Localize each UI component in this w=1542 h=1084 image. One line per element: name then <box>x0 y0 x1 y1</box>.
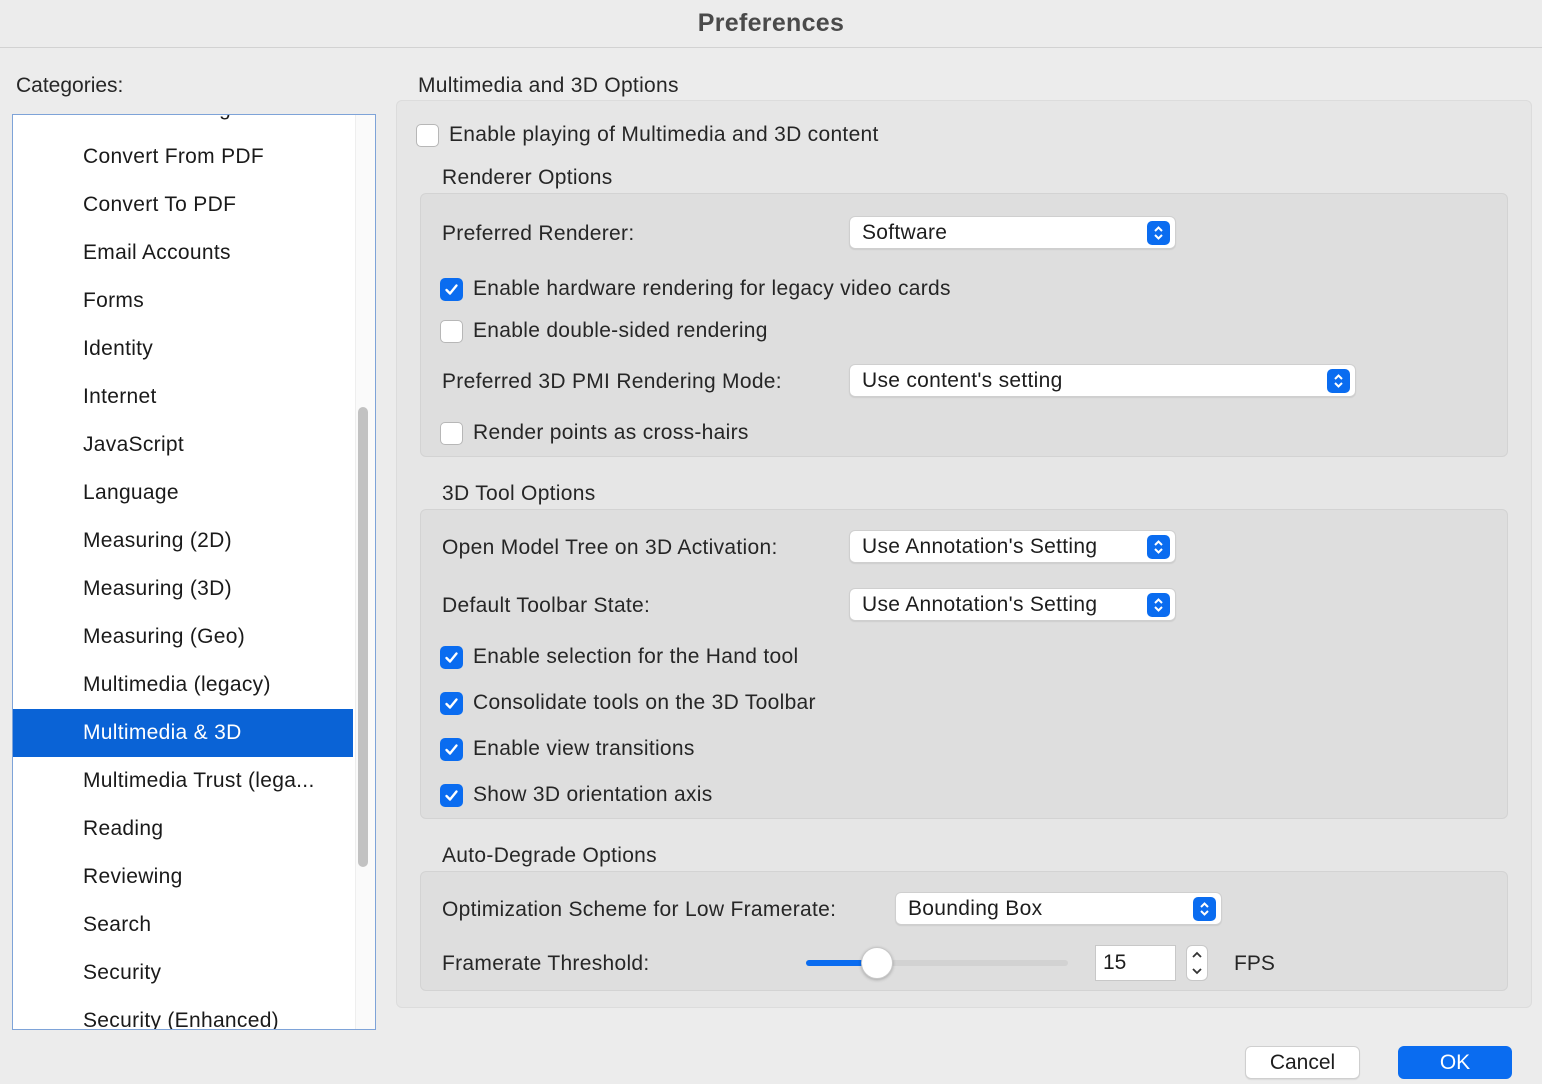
pmi-mode-select[interactable]: Use content's setting <box>849 364 1356 397</box>
framerate-stepper[interactable] <box>1186 945 1208 981</box>
sidebar-item[interactable]: Forms <box>13 277 353 325</box>
degrade-options-title: Auto-Degrade Options <box>442 844 657 867</box>
consolidate-tools-checkbox[interactable]: Consolidate tools on the 3D Toolbar <box>440 691 816 715</box>
checkmark-icon <box>445 789 458 801</box>
checkbox-label: Enable double-sided rendering <box>473 319 768 342</box>
checkbox-label: Enable view transitions <box>473 737 695 760</box>
model-tree-label: Open Model Tree on 3D Activation: <box>442 536 778 559</box>
checkbox-box[interactable] <box>416 123 439 147</box>
checkmark-icon <box>445 743 458 755</box>
categories-list[interactable]: Content EditingConvert From PDFConvert T… <box>12 114 376 1030</box>
sidebar-item[interactable]: Measuring (Geo) <box>13 613 353 661</box>
sidebar-item[interactable]: Multimedia Trust (lega... <box>13 757 353 805</box>
framerate-threshold-label: Framerate Threshold: <box>442 952 650 975</box>
checkbox-label: Show 3D orientation axis <box>473 783 713 806</box>
sidebar-item[interactable]: Convert From PDF <box>13 133 353 181</box>
select-value: Bounding Box <box>908 896 1043 920</box>
sidebar-item[interactable]: Multimedia & 3D <box>13 709 353 757</box>
checkbox-box[interactable] <box>440 645 463 669</box>
checkbox-box[interactable] <box>440 277 463 301</box>
checkmark-icon <box>445 697 458 709</box>
select-value: Use content's setting <box>862 368 1063 392</box>
sidebar-item[interactable]: Security (Enhanced) <box>13 997 353 1029</box>
select-chevrons-icon <box>1147 535 1170 559</box>
categories-label: Categories: <box>16 74 124 97</box>
checkmark-icon <box>445 651 458 663</box>
framerate-threshold-input[interactable] <box>1095 945 1176 981</box>
preferred-renderer-select[interactable]: Software <box>849 216 1176 249</box>
sidebar-item[interactable]: Measuring (2D) <box>13 517 353 565</box>
sidebar-item[interactable]: Email Accounts <box>13 229 353 277</box>
model-tree-select[interactable]: Use Annotation's Setting <box>849 530 1176 563</box>
select-chevrons-icon <box>1147 593 1170 617</box>
sidebar-item[interactable]: Identity <box>13 325 353 373</box>
checkbox-box[interactable] <box>440 319 463 343</box>
sidebar-item[interactable]: Measuring (3D) <box>13 565 353 613</box>
sidebar-item[interactable]: Multimedia (legacy) <box>13 661 353 709</box>
sidebar-item[interactable]: Internet <box>13 373 353 421</box>
scrollbar-thumb[interactable] <box>358 407 368 867</box>
section-title: Multimedia and 3D Options <box>418 74 679 97</box>
ok-button[interactable]: OK <box>1398 1046 1512 1079</box>
toolbar-state-select[interactable]: Use Annotation's Setting <box>849 588 1176 621</box>
select-value: Use Annotation's Setting <box>862 534 1098 558</box>
title-bar: Preferences <box>0 0 1542 48</box>
select-chevrons-icon <box>1327 369 1350 393</box>
checkbox-label: Render points as cross-hairs <box>473 421 749 444</box>
checkbox-label: Enable playing of Multimedia and 3D cont… <box>449 123 879 146</box>
pmi-mode-label: Preferred 3D PMI Rendering Mode: <box>442 370 782 393</box>
checkbox-box[interactable] <box>440 691 463 715</box>
select-value: Use Annotation's Setting <box>862 592 1098 616</box>
renderer-options-title: Renderer Options <box>442 166 613 189</box>
select-chevrons-icon <box>1147 221 1170 245</box>
sidebar-item[interactable]: JavaScript <box>13 421 353 469</box>
checkbox-label: Enable hardware rendering for legacy vid… <box>473 277 951 300</box>
checkmark-icon <box>445 283 458 295</box>
framerate-slider-knob[interactable] <box>860 947 893 979</box>
sidebar-item[interactable]: Reviewing <box>13 853 353 901</box>
double-sided-checkbox[interactable]: Enable double-sided rendering <box>440 319 768 343</box>
select-chevrons-icon <box>1193 897 1216 921</box>
sidebar-item[interactable]: Language <box>13 469 353 517</box>
stepper-up-icon[interactable] <box>1191 950 1203 959</box>
checkbox-box[interactable] <box>440 737 463 761</box>
tool-options-title: 3D Tool Options <box>442 482 596 505</box>
optimization-scheme-label: Optimization Scheme for Low Framerate: <box>442 898 837 921</box>
cross-hairs-checkbox[interactable]: Render points as cross-hairs <box>440 421 749 445</box>
preferred-renderer-label: Preferred Renderer: <box>442 222 635 245</box>
enable-playing-checkbox[interactable]: Enable playing of Multimedia and 3D cont… <box>416 123 879 147</box>
sidebar-item[interactable]: Search <box>13 901 353 949</box>
orientation-axis-checkbox[interactable]: Show 3D orientation axis <box>440 783 713 807</box>
checkbox-box[interactable] <box>440 421 463 445</box>
view-transitions-checkbox[interactable]: Enable view transitions <box>440 737 695 761</box>
sidebar-item[interactable]: Security <box>13 949 353 997</box>
hw-legacy-checkbox[interactable]: Enable hardware rendering for legacy vid… <box>440 277 951 301</box>
checkbox-label: Enable selection for the Hand tool <box>473 645 799 668</box>
sidebar-item[interactable]: Convert To PDF <box>13 181 353 229</box>
select-value: Software <box>862 220 948 244</box>
window-title: Preferences <box>697 9 845 37</box>
toolbar-state-label: Default Toolbar State: <box>442 594 651 617</box>
hand-tool-checkbox[interactable]: Enable selection for the Hand tool <box>440 645 798 669</box>
checkbox-box[interactable] <box>440 783 463 807</box>
fps-unit-label: FPS <box>1234 952 1275 975</box>
cancel-button[interactable]: Cancel <box>1245 1046 1360 1079</box>
checkbox-label: Consolidate tools on the 3D Toolbar <box>473 691 816 714</box>
sidebar-item[interactable]: Reading <box>13 805 353 853</box>
optimization-scheme-select[interactable]: Bounding Box <box>895 892 1222 925</box>
sidebar-item[interactable]: Content Editing <box>13 115 353 133</box>
stepper-down-icon[interactable] <box>1191 967 1203 976</box>
